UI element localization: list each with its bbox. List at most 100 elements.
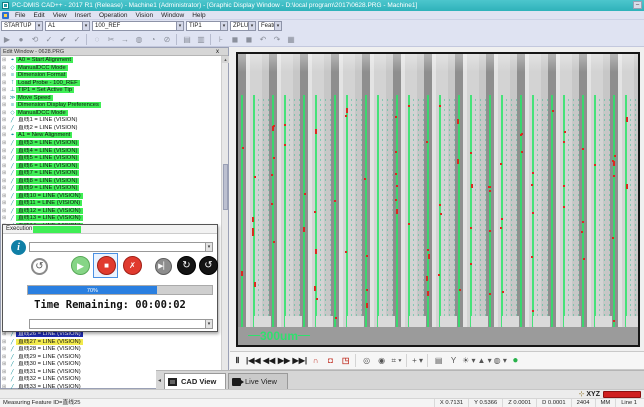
menu-edit[interactable]: Edit <box>29 11 48 20</box>
tree-expander-icon[interactable]: ⊞ <box>2 80 9 88</box>
tree-row[interactable]: ⊞╱直线8 = LINE (VISION) <box>2 178 216 186</box>
tree-row[interactable]: ⊞╱直线4 = LINE (VISION) <box>2 148 216 156</box>
tree-expander-icon[interactable]: ⊞ <box>2 148 9 156</box>
menu-operation[interactable]: Operation <box>95 11 132 20</box>
execution-status-combo[interactable]: ▾ <box>29 319 213 329</box>
close-icon[interactable]: x <box>216 48 219 56</box>
chevron-down-icon[interactable]: ▾ <box>205 320 212 328</box>
cancel-button[interactable]: ✗ <box>123 256 142 275</box>
surface-icon[interactable]: ▲ ▾ <box>478 352 492 369</box>
chevron-down-icon[interactable]: ▾ <box>220 22 227 30</box>
tree-expander-icon[interactable]: ⊞ <box>2 193 9 201</box>
tree-expander-icon[interactable]: ⊞ <box>2 140 9 148</box>
tree-row[interactable]: ⊞⌖A1 = New Alignment <box>2 132 216 140</box>
step-button[interactable]: ▶▏ <box>155 258 172 275</box>
check-icon[interactable]: ✓ <box>43 33 55 46</box>
tree-row[interactable]: ⊞╱直线6 = LINE (VISION) <box>2 163 216 171</box>
menu-file[interactable]: File <box>11 11 29 20</box>
separator[interactable] <box>355 354 357 367</box>
tree-expander-icon[interactable]: ⊞ <box>2 215 9 223</box>
tree-row[interactable]: ⊞⌖A0 = Start Alignment <box>2 57 216 65</box>
tree-row[interactable]: ⊞╱直线11 = LINE (VISION) <box>2 200 216 208</box>
menu-vision[interactable]: Vision <box>131 11 157 20</box>
chevron-down-icon[interactable]: ▾ <box>205 243 212 251</box>
loop-icon[interactable]: ⟲ <box>29 33 41 46</box>
tree-expander-icon[interactable]: ⊞ <box>2 163 9 171</box>
double-check-icon[interactable]: ✔ <box>57 33 69 46</box>
edit-window-titlebar[interactable]: Edit Window - 0628.PRG x <box>1 48 228 56</box>
tree-row[interactable]: ⊞╱直线29 = LINE (VISION) <box>2 354 216 362</box>
add-icon[interactable]: + ▾ <box>411 352 424 369</box>
tab-cad-view[interactable]: CAD View <box>164 373 226 390</box>
tree-row[interactable]: ⊞╱直线10 = LINE (VISION) <box>2 193 216 201</box>
execution-dialog-titlebar[interactable]: Execution <box>3 225 217 234</box>
image-icon[interactable]: ▤ <box>432 352 445 369</box>
go-first-icon[interactable]: |◀◀ <box>246 352 261 369</box>
arrow-right-icon[interactable]: → <box>119 33 131 46</box>
chevron-down-icon[interactable]: ▾ <box>35 22 42 30</box>
print-icon[interactable]: ▦ <box>285 33 297 46</box>
magnet-icon[interactable]: ∩ <box>309 352 322 369</box>
scroll-up-icon[interactable]: ▲ <box>222 56 229 63</box>
blob-icon[interactable]: ◍ <box>133 33 145 46</box>
tree-row[interactable]: ⊞╱直线5 = LINE (VISION) <box>2 155 216 163</box>
group-icon[interactable]: ◼ <box>229 33 241 46</box>
tree-expander-icon[interactable]: ⊞ <box>2 95 9 103</box>
tree-expander-icon[interactable]: ⊞ <box>2 354 9 362</box>
snapshot-icon[interactable]: ◘ <box>324 352 337 369</box>
tree-expander-icon[interactable]: ⊞ <box>2 57 9 65</box>
tree-row[interactable]: ⊞╱直线27 = LINE (VISION) <box>2 339 216 347</box>
tree-row[interactable]: ⊞╱直线26 = LINE (VISION) <box>2 331 216 339</box>
rewind-button[interactable]: ↺ <box>31 258 48 275</box>
tree-expander-icon[interactable]: ⊞ <box>2 155 9 163</box>
minimize-button[interactable]: – <box>633 1 642 9</box>
tree-expander-icon[interactable]: ⊞ <box>2 346 9 354</box>
separator[interactable] <box>86 34 88 45</box>
tree-row[interactable]: ⊞≡Dimension Format <box>2 72 216 80</box>
tree-expander-icon[interactable]: ⊞ <box>2 185 9 193</box>
rotate-ccw-button[interactable]: ↺ <box>199 256 218 275</box>
tree-expander-icon[interactable]: ⊞ <box>2 117 9 125</box>
separator[interactable] <box>427 354 429 367</box>
illumination-icon[interactable]: ☀ ▾ <box>462 352 475 369</box>
pie-icon[interactable]: ◔ <box>147 33 159 46</box>
report-icon[interactable]: ▤ <box>181 33 193 46</box>
tree-expander-icon[interactable]: ⊞ <box>2 87 9 95</box>
go-last-icon[interactable]: ▶▶| <box>293 352 308 369</box>
tree-expander-icon[interactable]: ⊞ <box>2 170 9 178</box>
separator[interactable] <box>176 34 178 45</box>
tree-row[interactable]: ⊞╱直线3 = LINE (VISION) <box>2 140 216 148</box>
alignment-combo[interactable]: STARTUP▾ <box>1 21 43 31</box>
no-entry-icon[interactable]: ⊘ <box>161 33 173 46</box>
tree-expander-icon[interactable]: ⊞ <box>2 376 9 384</box>
light-check-icon[interactable]: ✓ <box>71 33 83 46</box>
tree-expander-icon[interactable]: ⊞ <box>2 331 9 339</box>
menu-view[interactable]: View <box>49 11 71 20</box>
tab-scroll-left-icon[interactable]: ◂ <box>158 377 161 384</box>
tree-expander-icon[interactable]: ⊞ <box>2 132 9 140</box>
dashed-circle-icon[interactable]: ◌ <box>91 33 103 46</box>
export-view-icon[interactable]: ◳ <box>339 352 352 369</box>
chevron-down-icon[interactable]: ▾ <box>248 22 255 30</box>
tree-row[interactable]: ⊞╱直线9 = LINE (VISION) <box>2 185 216 193</box>
scrollbar-thumb[interactable] <box>223 164 228 210</box>
separator[interactable] <box>406 354 408 367</box>
chevron-down-icon[interactable]: ▾ <box>176 22 183 30</box>
group-alt-icon[interactable]: ◼ <box>243 33 255 46</box>
scissors-icon[interactable]: ✂ <box>105 33 117 46</box>
tree-expander-icon[interactable]: ⊞ <box>2 369 9 377</box>
tree-row[interactable]: ⊞≡Dimension Display Preferences <box>2 102 216 110</box>
workplane-combo[interactable]: ZPLUS▾ <box>230 21 256 31</box>
tree-scrollbar[interactable]: ▲ ▼ <box>221 56 228 389</box>
tree-expander-icon[interactable]: ⊞ <box>2 65 9 73</box>
filter-icon[interactable]: Y <box>447 352 460 369</box>
tree-row[interactable]: ⊞╱直线12 = LINE (VISION) <box>2 208 216 216</box>
tree-row[interactable]: ⊞╱直线13 = LINE (VISION) <box>2 215 216 223</box>
pause-icon[interactable]: Ⅱ <box>231 352 244 369</box>
tree-expander-icon[interactable]: ⊞ <box>2 339 9 347</box>
execute-icon[interactable]: ▶ <box>1 33 13 46</box>
axis-combo[interactable]: A1▾ <box>45 21 90 31</box>
tree-expander-icon[interactable]: ⊞ <box>2 102 9 110</box>
undo-icon[interactable]: ↶ <box>257 33 269 46</box>
tree-expander-icon[interactable]: ⊞ <box>2 208 9 216</box>
